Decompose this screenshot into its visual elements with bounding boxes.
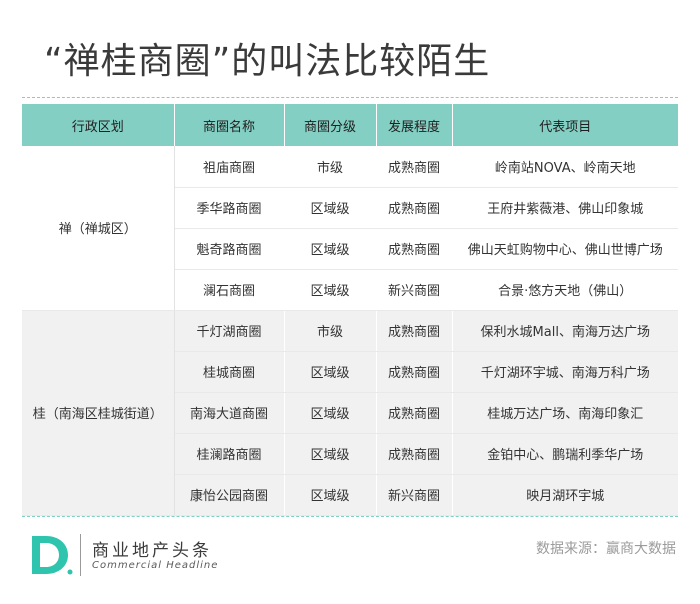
header-projects: 代表项目: [452, 104, 678, 146]
projects-cell: 合景·悠方天地（佛山）: [452, 269, 678, 311]
brand-name-cn: 商业地产头条: [92, 541, 212, 561]
development-cell: 成熟商圈: [376, 310, 453, 352]
projects-cell: 佛山天虹购物中心、佛山世博广场: [452, 228, 678, 270]
bottom-divider: [22, 516, 678, 517]
development-cell: 成熟商圈: [376, 392, 453, 434]
circle-name-cell: 南海大道商圈: [174, 392, 285, 434]
development-cell: 新兴商圈: [376, 474, 453, 516]
projects-cell: 千灯湖环宇城、南海万科广场: [452, 351, 678, 393]
circle-level-cell: 区域级: [284, 187, 377, 229]
projects-cell: 岭南站NOVA、岭南天地: [452, 146, 678, 188]
development-cell: 成熟商圈: [376, 146, 453, 188]
circle-name-cell: 千灯湖商圈: [174, 310, 285, 352]
brand-d-logo-icon: [32, 536, 73, 575]
top-divider: [22, 97, 678, 98]
circle-level-cell: 区域级: [284, 392, 377, 434]
table-row: 禅（禅城区） 祖庙商圈 市级 成熟商圈 岭南站NOVA、岭南天地: [22, 146, 678, 311]
circle-level-cell: 区域级: [284, 228, 377, 270]
circle-name-cell: 祖庙商圈: [174, 146, 285, 188]
development-cell: 成熟商圈: [376, 433, 453, 475]
development-cell: 成熟商圈: [376, 187, 453, 229]
footer-separator: [80, 534, 81, 576]
projects-cell: 保利水城Mall、南海万达广场: [452, 310, 678, 352]
circle-name-cell: 桂城商圈: [174, 351, 285, 393]
development-cell: 成熟商圈: [376, 228, 453, 270]
district-table: 行政区划 商圈名称 商圈分级 发展程度 代表项目 禅（禅城区） 祖庙商圈 市级 …: [22, 104, 678, 516]
district-cell-chancheng: 禅（禅城区）: [22, 146, 175, 311]
district-cell-guicheng: 桂（南海区桂城街道）: [22, 310, 175, 516]
table-row: 桂（南海区桂城街道） 千灯湖商圈 市级 成熟商圈 保利水城Mall、南海万达广场: [22, 310, 678, 516]
table-header-row: 行政区划 商圈名称 商圈分级 发展程度 代表项目: [22, 104, 678, 146]
projects-cell: 桂城万达广场、南海印象汇: [452, 392, 678, 434]
circle-name-cell: 季华路商圈: [174, 187, 285, 229]
projects-cell: 映月湖环宇城: [452, 474, 678, 516]
page-title: “禅桂商圈”的叫法比较陌生: [44, 41, 491, 82]
projects-cell: 王府井紫薇港、佛山印象城: [452, 187, 678, 229]
circle-name-cell: 康怡公园商圈: [174, 474, 285, 516]
circle-level-cell: 区域级: [284, 351, 377, 393]
header-district: 行政区划: [22, 104, 175, 146]
development-cell: 新兴商圈: [376, 269, 453, 311]
header-development: 发展程度: [376, 104, 453, 146]
circle-level-cell: 区域级: [284, 269, 377, 311]
projects-cell: 金铂中心、鹏瑞利季华广场: [452, 433, 678, 475]
header-circle-level: 商圈分级: [284, 104, 377, 146]
circle-name-cell: 澜石商圈: [174, 269, 285, 311]
circle-level-cell: 市级: [284, 146, 377, 188]
brand-name-en: Commercial Headline: [92, 560, 219, 571]
circle-level-cell: 区域级: [284, 474, 377, 516]
circle-name-cell: 桂澜路商圈: [174, 433, 285, 475]
circle-name-cell: 魁奇路商圈: [174, 228, 285, 270]
data-source: 数据来源：赢商大数据: [536, 541, 676, 557]
development-cell: 成熟商圈: [376, 351, 453, 393]
header-circle-name: 商圈名称: [174, 104, 285, 146]
circle-level-cell: 市级: [284, 310, 377, 352]
circle-level-cell: 区域级: [284, 433, 377, 475]
